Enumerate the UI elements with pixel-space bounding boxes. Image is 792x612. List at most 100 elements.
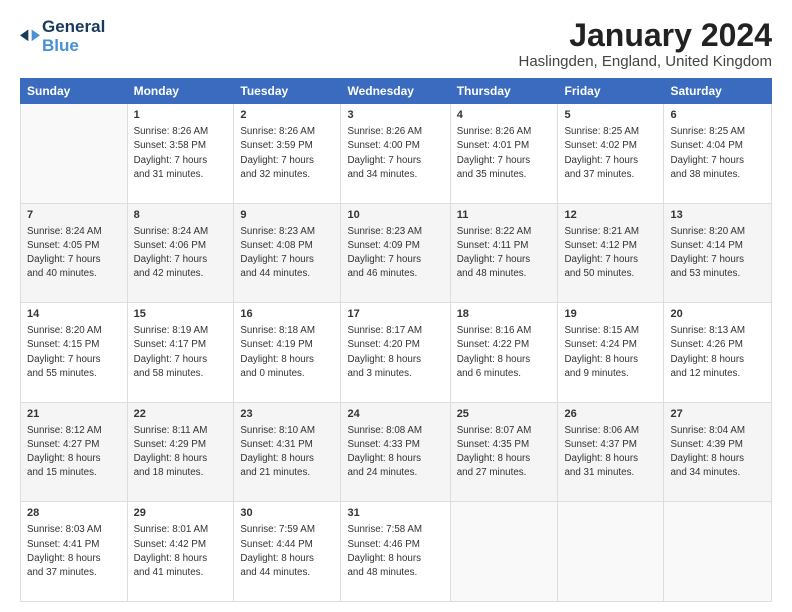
cell-info: Sunrise: 7:59 AMSunset: 4:44 PMDaylight:… [240,523,334,580]
cell-info: Sunrise: 8:21 AMSunset: 4:12 PMDaylight:… [564,225,657,282]
day-number: 11 [457,208,552,224]
day-number: 8 [134,208,228,224]
calendar-cell: 8Sunrise: 8:24 AMSunset: 4:06 PMDaylight… [127,203,234,303]
calendar-cell: 16Sunrise: 8:18 AMSunset: 4:19 PMDayligh… [234,303,341,403]
month-title: January 2024 [519,18,773,53]
calendar-cell [558,502,664,602]
calendar-cell: 19Sunrise: 8:15 AMSunset: 4:24 PMDayligh… [558,303,664,403]
cell-info: Sunrise: 8:07 AMSunset: 4:35 PMDaylight:… [457,424,552,481]
cell-info: Sunrise: 8:01 AMSunset: 4:42 PMDaylight:… [134,523,228,580]
day-number: 6 [670,108,765,124]
day-number: 20 [670,307,765,323]
day-number: 4 [457,108,552,124]
day-number: 19 [564,307,657,323]
calendar-cell: 22Sunrise: 8:11 AMSunset: 4:29 PMDayligh… [127,402,234,502]
day-number: 28 [27,506,121,522]
day-number: 18 [457,307,552,323]
calendar-cell [21,104,128,204]
calendar-cell [450,502,558,602]
day-number: 21 [27,407,121,423]
cell-info: Sunrise: 8:23 AMSunset: 4:09 PMDaylight:… [347,225,443,282]
cell-info: Sunrise: 8:03 AMSunset: 4:41 PMDaylight:… [27,523,121,580]
calendar-cell: 30Sunrise: 7:59 AMSunset: 4:44 PMDayligh… [234,502,341,602]
cell-info: Sunrise: 8:20 AMSunset: 4:15 PMDaylight:… [27,324,121,381]
calendar-cell: 11Sunrise: 8:22 AMSunset: 4:11 PMDayligh… [450,203,558,303]
day-number: 2 [240,108,334,124]
cell-info: Sunrise: 8:17 AMSunset: 4:20 PMDaylight:… [347,324,443,381]
calendar-cell: 18Sunrise: 8:16 AMSunset: 4:22 PMDayligh… [450,303,558,403]
header-wednesday: Wednesday [341,79,450,104]
calendar-cell: 3Sunrise: 8:26 AMSunset: 4:00 PMDaylight… [341,104,450,204]
day-number: 15 [134,307,228,323]
day-number: 10 [347,208,443,224]
day-number: 1 [134,108,228,124]
calendar-cell: 28Sunrise: 8:03 AMSunset: 4:41 PMDayligh… [21,502,128,602]
cell-info: Sunrise: 8:18 AMSunset: 4:19 PMDaylight:… [240,324,334,381]
calendar-cell: 7Sunrise: 8:24 AMSunset: 4:05 PMDaylight… [21,203,128,303]
cell-info: Sunrise: 8:16 AMSunset: 4:22 PMDaylight:… [457,324,552,381]
cell-info: Sunrise: 8:15 AMSunset: 4:24 PMDaylight:… [564,324,657,381]
day-number: 16 [240,307,334,323]
cell-info: Sunrise: 8:11 AMSunset: 4:29 PMDaylight:… [134,424,228,481]
calendar-cell: 23Sunrise: 8:10 AMSunset: 4:31 PMDayligh… [234,402,341,502]
calendar-week-row: 7Sunrise: 8:24 AMSunset: 4:05 PMDaylight… [21,203,772,303]
calendar-cell: 17Sunrise: 8:17 AMSunset: 4:20 PMDayligh… [341,303,450,403]
logo-icon [20,27,40,47]
calendar-cell: 12Sunrise: 8:21 AMSunset: 4:12 PMDayligh… [558,203,664,303]
calendar-cell: 29Sunrise: 8:01 AMSunset: 4:42 PMDayligh… [127,502,234,602]
cell-info: Sunrise: 8:08 AMSunset: 4:33 PMDaylight:… [347,424,443,481]
calendar-cell: 20Sunrise: 8:13 AMSunset: 4:26 PMDayligh… [664,303,772,403]
day-number: 3 [347,108,443,124]
day-number: 13 [670,208,765,224]
location: Haslingden, England, United Kingdom [519,53,773,70]
calendar-week-row: 1Sunrise: 8:26 AMSunset: 3:58 PMDaylight… [21,104,772,204]
cell-info: Sunrise: 8:10 AMSunset: 4:31 PMDaylight:… [240,424,334,481]
day-number: 12 [564,208,657,224]
calendar-cell: 6Sunrise: 8:25 AMSunset: 4:04 PMDaylight… [664,104,772,204]
cell-info: Sunrise: 8:25 AMSunset: 4:02 PMDaylight:… [564,125,657,182]
cell-info: Sunrise: 8:24 AMSunset: 4:06 PMDaylight:… [134,225,228,282]
header-sunday: Sunday [21,79,128,104]
header-friday: Friday [558,79,664,104]
calendar-week-row: 14Sunrise: 8:20 AMSunset: 4:15 PMDayligh… [21,303,772,403]
day-number: 26 [564,407,657,423]
title-block: January 2024 Haslingden, England, United… [519,18,773,70]
calendar-cell: 13Sunrise: 8:20 AMSunset: 4:14 PMDayligh… [664,203,772,303]
cell-info: Sunrise: 8:20 AMSunset: 4:14 PMDaylight:… [670,225,765,282]
calendar-cell: 14Sunrise: 8:20 AMSunset: 4:15 PMDayligh… [21,303,128,403]
header: General Blue January 2024 Haslingden, En… [20,18,772,70]
day-number: 30 [240,506,334,522]
cell-info: Sunrise: 8:26 AMSunset: 3:58 PMDaylight:… [134,125,228,182]
day-number: 17 [347,307,443,323]
day-number: 24 [347,407,443,423]
calendar-cell: 10Sunrise: 8:23 AMSunset: 4:09 PMDayligh… [341,203,450,303]
header-monday: Monday [127,79,234,104]
cell-info: Sunrise: 8:22 AMSunset: 4:11 PMDaylight:… [457,225,552,282]
calendar-week-row: 28Sunrise: 8:03 AMSunset: 4:41 PMDayligh… [21,502,772,602]
calendar-cell: 25Sunrise: 8:07 AMSunset: 4:35 PMDayligh… [450,402,558,502]
day-number: 7 [27,208,121,224]
header-saturday: Saturday [664,79,772,104]
cell-info: Sunrise: 7:58 AMSunset: 4:46 PMDaylight:… [347,523,443,580]
calendar-cell: 26Sunrise: 8:06 AMSunset: 4:37 PMDayligh… [558,402,664,502]
day-number: 25 [457,407,552,423]
logo-text: General Blue [42,18,105,55]
calendar-cell: 15Sunrise: 8:19 AMSunset: 4:17 PMDayligh… [127,303,234,403]
calendar-cell: 1Sunrise: 8:26 AMSunset: 3:58 PMDaylight… [127,104,234,204]
day-number: 5 [564,108,657,124]
cell-info: Sunrise: 8:25 AMSunset: 4:04 PMDaylight:… [670,125,765,182]
calendar-cell: 31Sunrise: 7:58 AMSunset: 4:46 PMDayligh… [341,502,450,602]
cell-info: Sunrise: 8:06 AMSunset: 4:37 PMDaylight:… [564,424,657,481]
calendar-cell: 24Sunrise: 8:08 AMSunset: 4:33 PMDayligh… [341,402,450,502]
cell-info: Sunrise: 8:23 AMSunset: 4:08 PMDaylight:… [240,225,334,282]
cell-info: Sunrise: 8:19 AMSunset: 4:17 PMDaylight:… [134,324,228,381]
day-number: 31 [347,506,443,522]
day-number: 23 [240,407,334,423]
day-number: 22 [134,407,228,423]
cell-info: Sunrise: 8:26 AMSunset: 3:59 PMDaylight:… [240,125,334,182]
cell-info: Sunrise: 8:26 AMSunset: 4:00 PMDaylight:… [347,125,443,182]
cell-info: Sunrise: 8:12 AMSunset: 4:27 PMDaylight:… [27,424,121,481]
calendar-week-row: 21Sunrise: 8:12 AMSunset: 4:27 PMDayligh… [21,402,772,502]
day-number: 27 [670,407,765,423]
cell-info: Sunrise: 8:26 AMSunset: 4:01 PMDaylight:… [457,125,552,182]
